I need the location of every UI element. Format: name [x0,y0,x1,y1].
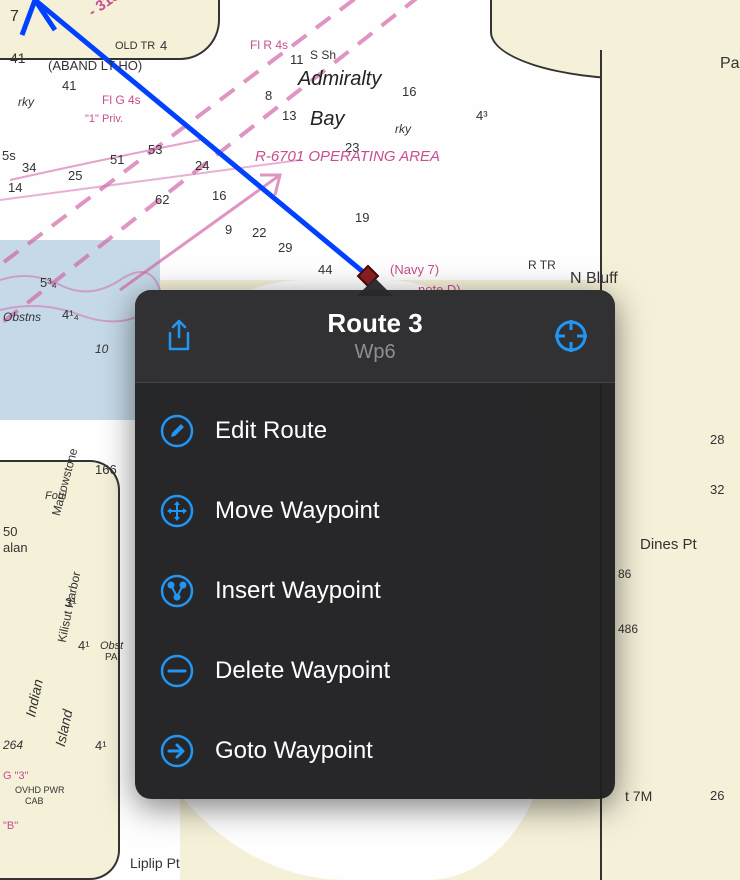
depth-label: 11 [290,52,304,67]
depth-label: 41 [62,78,76,93]
depth-label: 19 [355,210,369,225]
popover-header: Route 3 Wp6 [135,290,615,383]
depth-label: 22 [252,225,266,240]
feature-label: CAB [25,796,44,806]
insert-icon [159,573,195,609]
move-icon [159,493,195,529]
depth-label: 86 [618,567,631,581]
depth-label: 50 [3,524,17,539]
share-button[interactable] [159,316,199,356]
menu-label: Move Waypoint [215,497,380,525]
depth-label: 166 [95,462,117,477]
feature-label: Fl R 4s [250,38,288,52]
menu-item-goto-waypoint[interactable]: Goto Waypoint [135,711,615,791]
depth-label: 28 [710,432,724,447]
feature-label: (Navy 7) [390,262,439,277]
menu-item-insert-waypoint[interactable]: Insert Waypoint [135,551,615,631]
depth-label: 5s [2,148,16,163]
depth-label: 4³ [476,108,488,123]
feature-label: (ABAND LT HO) [48,58,142,73]
depth-label: 16 [402,84,416,99]
depth-label: 7 [10,8,19,26]
depth-label: 264 [3,738,23,752]
depth-label: 29 [278,240,292,255]
depth-label: 44 [318,262,332,277]
feature-label: OVHD PWR [15,785,65,795]
depth-label: 53 [148,142,162,157]
feature-label: Obstns [3,310,41,324]
waypoint-name: Wp6 [199,341,551,364]
depth-label: 5³₄ [40,275,57,290]
depth-label: 9 [225,222,232,237]
depth-label: 4¹ [78,638,90,653]
pencil-icon [159,413,195,449]
depth-label: 16 [212,188,226,203]
depth-label: 13 [282,108,296,123]
feature-label: R TR [528,258,556,272]
place-label: Liplip Pt [130,855,180,871]
menu-item-edit-route[interactable]: Edit Route [135,391,615,471]
depth-label: 4 [160,38,167,53]
feature-label: "1" Priv. [85,113,123,125]
menu-label: Goto Waypoint [215,737,373,765]
place-label: Admiralty [298,68,381,91]
area-label: R-6701 OPERATING AREA [255,148,440,165]
feature-label: Obst [100,640,123,652]
feature-label: PA [105,652,118,663]
route-name: Route 3 [199,308,551,339]
depth-label: 32 [710,482,724,497]
popover: Route 3 Wp6 [135,290,615,799]
arrow-right-icon [159,733,195,769]
place-label: Dines Pt [640,536,697,553]
place-label: N Bluff [570,270,618,288]
depth-label: 51 [110,152,124,167]
depth-label: 486 [618,622,638,636]
depth-label: 26 [710,788,724,803]
feature-label: Pa [720,55,740,73]
depth-label: 34 [22,160,36,175]
minus-icon [159,653,195,689]
feature-label: alan [3,540,28,555]
depth-label: 10 [95,342,108,356]
place-label: Bay [310,108,344,131]
depth-label: 25 [68,168,82,183]
feature-label: S Sh [310,48,336,62]
feature-label: t 7M [625,788,652,804]
feature-label: rky [18,95,34,109]
depth-label: 41 [10,50,26,66]
menu-item-delete-waypoint[interactable]: Delete Waypoint [135,631,615,711]
crosshair-icon [554,319,588,353]
menu-label: Insert Waypoint [215,577,381,605]
feature-label: G "3" [3,770,29,782]
menu-label: Edit Route [215,417,327,445]
depth-label: 4¹₄ [62,307,79,322]
feature-label: OLD TR [115,40,155,52]
popover-title-group: Route 3 Wp6 [199,308,551,364]
depth-label: 62 [155,192,169,207]
feature-label: Fl G 4s [102,93,141,107]
depth-label: 4¹ [95,738,107,753]
menu-label: Delete Waypoint [215,657,390,685]
waypoint-context-menu: Route 3 Wp6 [135,290,615,799]
feature-label: "B" [3,820,18,832]
depth-label: 14 [8,180,22,195]
feature-label: rky [395,122,411,136]
depth-label: 24 [195,158,209,173]
target-button[interactable] [551,316,591,356]
share-icon [164,319,194,353]
popover-menu: Edit Route Move Waypoint [135,383,615,799]
land-area [600,50,740,880]
depth-label: 8 [265,88,272,103]
land-area [0,460,120,880]
feature-label: Foul [45,490,66,502]
menu-item-move-waypoint[interactable]: Move Waypoint [135,471,615,551]
